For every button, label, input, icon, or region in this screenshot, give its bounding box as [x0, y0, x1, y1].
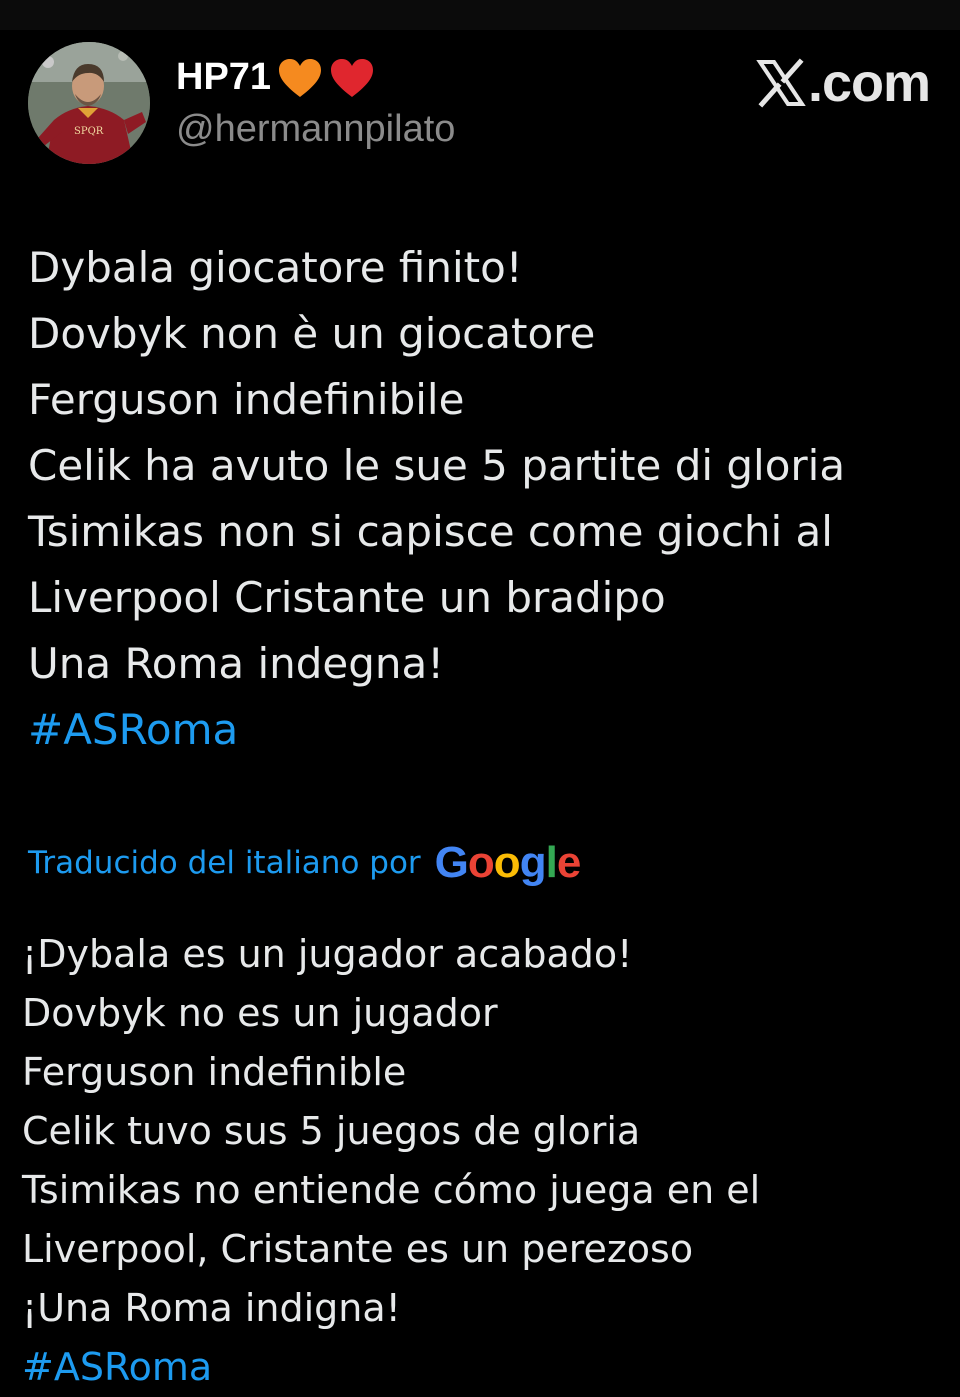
display-name[interactable]: HP71 [176, 56, 375, 99]
translated-line: Celik tuvo sus 5 juegos de gloria [22, 1109, 641, 1153]
avatar-image: SPQR [28, 42, 150, 164]
tweet-line: Ferguson indefinibile [28, 375, 465, 424]
tweet-line: Celik ha avuto le sue 5 partite di glori… [28, 441, 846, 490]
brand-domain: .com [807, 53, 931, 113]
red-heart-icon [331, 58, 374, 97]
translated-line: ¡Dybala es un jugador acabado! [22, 932, 633, 976]
translated-line: Dovbyk no es un jugador [22, 991, 498, 1035]
x-com-logo: .com [756, 52, 931, 114]
status-bar [0, 0, 960, 30]
x-logo-icon [756, 58, 806, 108]
translated-text: ¡Dybala es un jugador acabado! Dovbyk no… [22, 925, 942, 1397]
translated-hashtag-link[interactable]: #ASRoma [22, 1338, 942, 1397]
tweet-line: Dybala giocatore finito! [28, 243, 523, 292]
translation-label: Traducido del italiano por [28, 845, 421, 881]
display-name-text: HP71 [176, 56, 272, 98]
hashtag-link[interactable]: #ASRoma [28, 697, 938, 763]
translated-line: Liverpool, Cristante es un perezoso [22, 1227, 694, 1271]
tweet-line: Dovbyk non è un giocatore [28, 309, 596, 358]
tweet-text: Dybala giocatore finito! Dovbyk non è un… [28, 235, 938, 763]
translated-line: Tsimikas no entiende cómo juega en el [22, 1168, 761, 1212]
tweet-line: Una Roma indegna! [28, 639, 445, 688]
orange-heart-icon [279, 58, 322, 97]
tweet-line: Liverpool Cristante un bradipo [28, 573, 666, 622]
avatar-badge: SPQR [74, 126, 104, 137]
tweet-line: Tsimikas non si capisce come giochi al [28, 507, 833, 556]
avatar[interactable]: SPQR [28, 42, 150, 164]
tweet-header: SPQR HP71 @hermannpilato .com [28, 42, 932, 166]
google-logo: Google [434, 838, 582, 887]
translated-line: ¡Una Roma indigna! [22, 1286, 401, 1330]
translation-attribution[interactable]: Traducido del italiano por Google [28, 836, 582, 890]
translated-line: Ferguson indefinible [22, 1050, 407, 1094]
user-handle[interactable]: @hermannpilato [176, 108, 455, 151]
